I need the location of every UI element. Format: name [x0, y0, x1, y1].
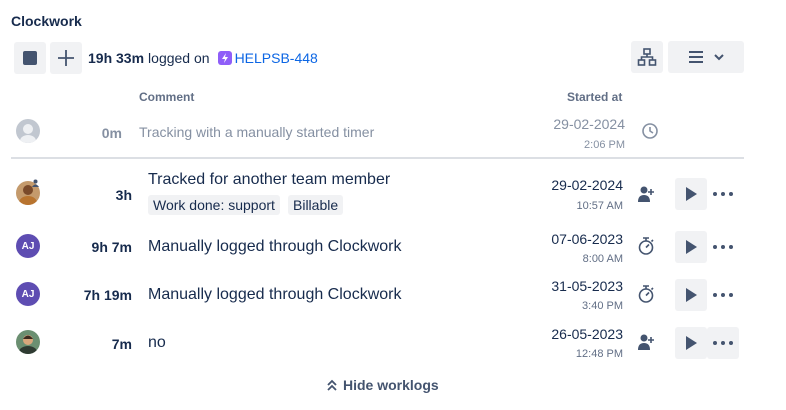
worklog-time: 3:40 PM — [582, 300, 623, 312]
avatar — [16, 119, 40, 143]
worklog-duration: 9h 7m — [91, 239, 132, 255]
worklog-comment: Tracked for another team member — [148, 171, 391, 188]
timer-date: 29-02-2024 — [553, 116, 625, 132]
attribute-tag: Billable — [288, 195, 344, 215]
stopwatch-icon — [636, 236, 656, 256]
issue-link[interactable]: HELPSB-448 — [235, 50, 318, 66]
worklog-date: 07-06-2023 — [551, 231, 623, 247]
play-icon — [686, 288, 697, 302]
user-add-icon — [636, 184, 656, 204]
plus-icon — [58, 50, 74, 66]
user-add-icon — [636, 332, 656, 352]
worklog-comment: Manually logged through Clockwork — [148, 286, 402, 303]
avatar — [16, 330, 40, 354]
timer-comment: Tracking with a manually started timer — [139, 124, 375, 140]
play-icon — [686, 187, 697, 201]
column-header-comment: Comment — [139, 90, 195, 104]
total-logged: 19h 33m — [88, 50, 145, 66]
worklog-duration: 3h — [115, 187, 132, 203]
hierarchy-button[interactable] — [631, 41, 663, 73]
hide-worklogs-button[interactable]: Hide worklogs — [327, 377, 439, 393]
timer-duration: 0m — [101, 125, 122, 141]
more-icon — [713, 245, 733, 249]
play-button[interactable] — [675, 231, 707, 263]
worklog-date: 31-05-2023 — [551, 278, 623, 294]
stopwatch-icon — [636, 284, 656, 304]
worklog-comment: Manually logged through Clockwork — [148, 238, 402, 255]
logged-summary: 19h 33m logged on HELPSB-448 — [88, 50, 318, 66]
stop-icon — [23, 51, 37, 65]
play-icon — [686, 240, 697, 254]
worklog-comment: no — [148, 334, 166, 351]
add-worklog-button[interactable] — [50, 42, 82, 74]
avatar: AJ — [16, 282, 40, 306]
more-actions-button[interactable] — [707, 178, 739, 210]
attribute-tag: Work done: support — [148, 195, 280, 215]
issue-type-icon — [217, 51, 232, 65]
worklog-duration: 7h 19m — [83, 287, 132, 303]
app-title: Clockwork — [11, 13, 82, 29]
hide-worklogs-label: Hide worklogs — [343, 377, 439, 393]
worklog-time: 10:57 AM — [576, 200, 623, 212]
hierarchy-icon — [637, 48, 657, 66]
worklog-date: 26-05-2023 — [551, 326, 623, 342]
worklog-time: 8:00 AM — [582, 253, 623, 265]
worklog-time: 12:48 PM — [575, 348, 623, 360]
worklog-duration: 7m — [111, 336, 132, 352]
more-actions-button[interactable] — [707, 279, 739, 311]
play-button[interactable] — [675, 178, 707, 210]
column-header-started-at: Started at — [567, 90, 623, 104]
play-button[interactable] — [675, 327, 707, 359]
timer-time: 2:06 PM — [584, 139, 625, 151]
chevron-down-icon — [714, 54, 724, 61]
view-menu-button[interactable] — [668, 41, 744, 73]
worklog-date: 29-02-2024 — [551, 177, 623, 193]
play-button[interactable] — [675, 279, 707, 311]
avatar: AJ — [16, 234, 40, 258]
stop-timer-button[interactable] — [14, 42, 46, 74]
user-badge-icon — [32, 179, 39, 187]
clock-icon — [640, 121, 660, 141]
more-actions-button[interactable] — [707, 231, 739, 263]
menu-icon — [689, 51, 703, 63]
more-icon — [713, 341, 733, 345]
more-icon — [713, 293, 733, 297]
double-chevron-up-icon — [327, 379, 337, 391]
play-icon — [686, 336, 697, 350]
logged-on-text: logged on — [148, 50, 210, 66]
more-actions-button[interactable] — [707, 327, 739, 359]
more-icon — [713, 192, 733, 196]
